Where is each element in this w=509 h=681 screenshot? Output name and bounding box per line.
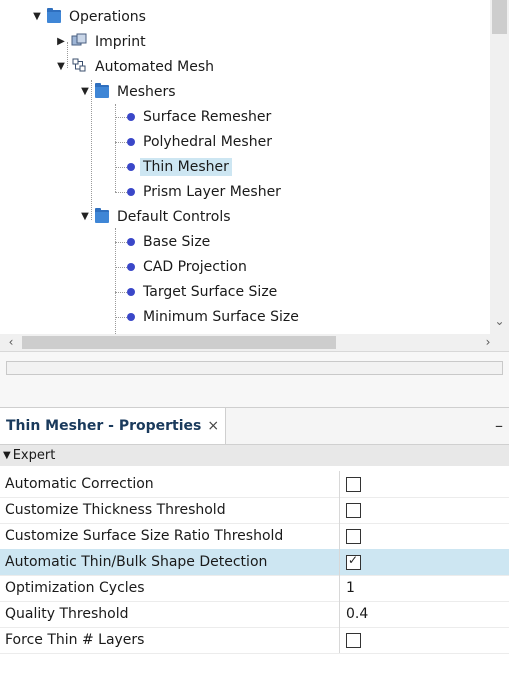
tree-item-surface-remesher[interactable]: Surface Remesher xyxy=(125,104,271,129)
property-name: Automatic Correction xyxy=(5,476,154,492)
property-name: Customize Surface Size Ratio Threshold xyxy=(5,528,284,544)
imprint-icon xyxy=(71,32,87,52)
tree-item-prism-layer-mesher[interactable]: Prism Layer Mesher xyxy=(125,179,281,204)
properties-tabbar: Thin Mesher - Properties × – xyxy=(0,408,509,445)
tree-connector xyxy=(115,228,116,334)
tree-item-polyhedral-mesher[interactable]: Polyhedral Mesher xyxy=(125,129,272,154)
column-divider xyxy=(339,523,340,549)
tree-panel: ▼ Operations ▶ Imprint ▼ Automated Mesh … xyxy=(0,0,509,334)
tree-item-label: Base Size xyxy=(143,233,211,250)
tree-item-label: CAD Projection xyxy=(143,258,247,275)
horizontal-scrollbar[interactable]: ‹ › xyxy=(0,334,509,351)
property-row[interactable]: Customize Surface Size Ratio Threshold xyxy=(0,523,509,550)
tree-item-label: Prism Layer Mesher xyxy=(143,183,281,200)
automatic-thin-bulk-detection-checkbox[interactable] xyxy=(346,553,361,570)
control-dot-icon xyxy=(127,262,135,271)
folder-icon xyxy=(95,83,109,98)
tree-item-cad-projection[interactable]: CAD Projection xyxy=(125,254,247,279)
control-dot-icon xyxy=(127,237,135,246)
property-row[interactable]: Customize Thickness Threshold xyxy=(0,497,509,524)
properties-panel: Thin Mesher - Properties × – ▼ Expert Au… xyxy=(0,407,509,681)
tree-item-label: Operations xyxy=(69,8,146,25)
expand-down-icon[interactable]: ▼ xyxy=(79,211,91,222)
control-dot-icon xyxy=(127,312,135,321)
collapse-down-icon[interactable]: ▼ xyxy=(3,450,11,461)
section-label: Expert xyxy=(12,448,56,463)
tab-thin-mesher-properties[interactable]: Thin Mesher - Properties × xyxy=(0,408,227,444)
property-row-selected[interactable]: Automatic Thin/Bulk Shape Detection xyxy=(0,549,509,576)
tree-item-label-selected: Thin Mesher xyxy=(140,157,232,176)
property-name: Quality Threshold xyxy=(5,606,129,622)
control-dot-icon xyxy=(127,287,135,296)
expand-right-icon[interactable]: ▶ xyxy=(55,36,67,47)
tree-item-label: Target Surface Size xyxy=(143,283,278,300)
column-divider xyxy=(339,575,340,601)
tree-item-default-controls[interactable]: ▼ Default Controls xyxy=(79,204,231,229)
property-row[interactable]: Force Thin # Layers xyxy=(0,627,509,654)
mesher-dot-icon xyxy=(127,187,135,196)
tree-item-imprint[interactable]: ▶ Imprint xyxy=(55,29,146,54)
folder-icon xyxy=(95,208,109,223)
force-thin-layers-checkbox[interactable] xyxy=(346,632,361,648)
automatic-correction-checkbox[interactable] xyxy=(346,476,361,492)
property-row[interactable]: Optimization Cycles 1 xyxy=(0,575,509,602)
customize-thickness-threshold-checkbox[interactable] xyxy=(346,502,361,518)
property-name: Optimization Cycles xyxy=(5,580,145,596)
tree-item-label: Minimum Surface Size xyxy=(143,308,299,325)
status-area xyxy=(0,351,509,407)
horizontal-scroll-thumb[interactable] xyxy=(22,336,336,349)
section-expert[interactable]: ▼ Expert xyxy=(0,445,509,466)
scroll-down-icon[interactable]: ⌄ xyxy=(490,314,509,332)
tree-item-meshers[interactable]: ▼ Meshers xyxy=(79,79,176,104)
progress-bar xyxy=(6,361,503,375)
optimization-cycles-value[interactable]: 1 xyxy=(346,580,355,596)
mesher-dot-icon xyxy=(127,162,135,171)
quality-threshold-value[interactable]: 0.4 xyxy=(346,606,368,622)
close-icon[interactable]: × xyxy=(207,418,219,434)
column-divider xyxy=(339,601,340,627)
column-divider xyxy=(339,497,340,523)
mesher-dot-icon xyxy=(127,112,135,121)
tree-item-automated-mesh[interactable]: ▼ Automated Mesh xyxy=(55,54,214,79)
tree-item-minimum-surface-size[interactable]: Minimum Surface Size xyxy=(125,304,299,329)
vertical-scroll-thumb[interactable] xyxy=(492,0,507,34)
expand-down-icon[interactable]: ▼ xyxy=(31,11,43,22)
column-divider xyxy=(339,627,340,653)
expand-down-icon[interactable]: ▼ xyxy=(79,86,91,97)
scroll-right-icon[interactable]: › xyxy=(479,334,497,351)
tree-item-label: Default Controls xyxy=(117,208,231,225)
property-name: Force Thin # Layers xyxy=(5,632,145,648)
mesher-dot-icon xyxy=(127,137,135,146)
tree-item-label: Imprint xyxy=(95,33,146,50)
customize-surface-size-ratio-checkbox[interactable] xyxy=(346,528,361,544)
property-name: Customize Thickness Threshold xyxy=(5,502,226,518)
column-divider xyxy=(339,471,340,497)
property-row[interactable]: Quality Threshold 0.4 xyxy=(0,601,509,628)
tree-item-operations[interactable]: ▼ Operations xyxy=(31,4,146,29)
minimize-icon[interactable]: – xyxy=(495,416,503,435)
tree-item-thin-mesher[interactable]: Thin Mesher xyxy=(125,154,232,179)
tree-item-label: Polyhedral Mesher xyxy=(143,133,272,150)
folder-icon xyxy=(47,8,61,23)
tree-item-label: Automated Mesh xyxy=(95,58,215,75)
property-row[interactable]: Automatic Correction xyxy=(0,471,509,498)
tree-item-label: Surface Remesher xyxy=(143,108,272,125)
property-name: Automatic Thin/Bulk Shape Detection xyxy=(5,554,268,570)
tree-item-label: Meshers xyxy=(117,83,176,100)
tree-item-base-size[interactable]: Base Size xyxy=(125,229,210,254)
automated-mesh-icon xyxy=(71,57,87,77)
vertical-scrollbar[interactable]: ⌄ xyxy=(490,0,509,334)
tab-label: Thin Mesher - Properties xyxy=(6,418,202,434)
column-divider xyxy=(339,549,340,575)
tree-item-target-surface-size[interactable]: Target Surface Size xyxy=(125,279,277,304)
expand-down-icon[interactable]: ▼ xyxy=(55,61,67,72)
scroll-left-icon[interactable]: ‹ xyxy=(2,334,20,351)
